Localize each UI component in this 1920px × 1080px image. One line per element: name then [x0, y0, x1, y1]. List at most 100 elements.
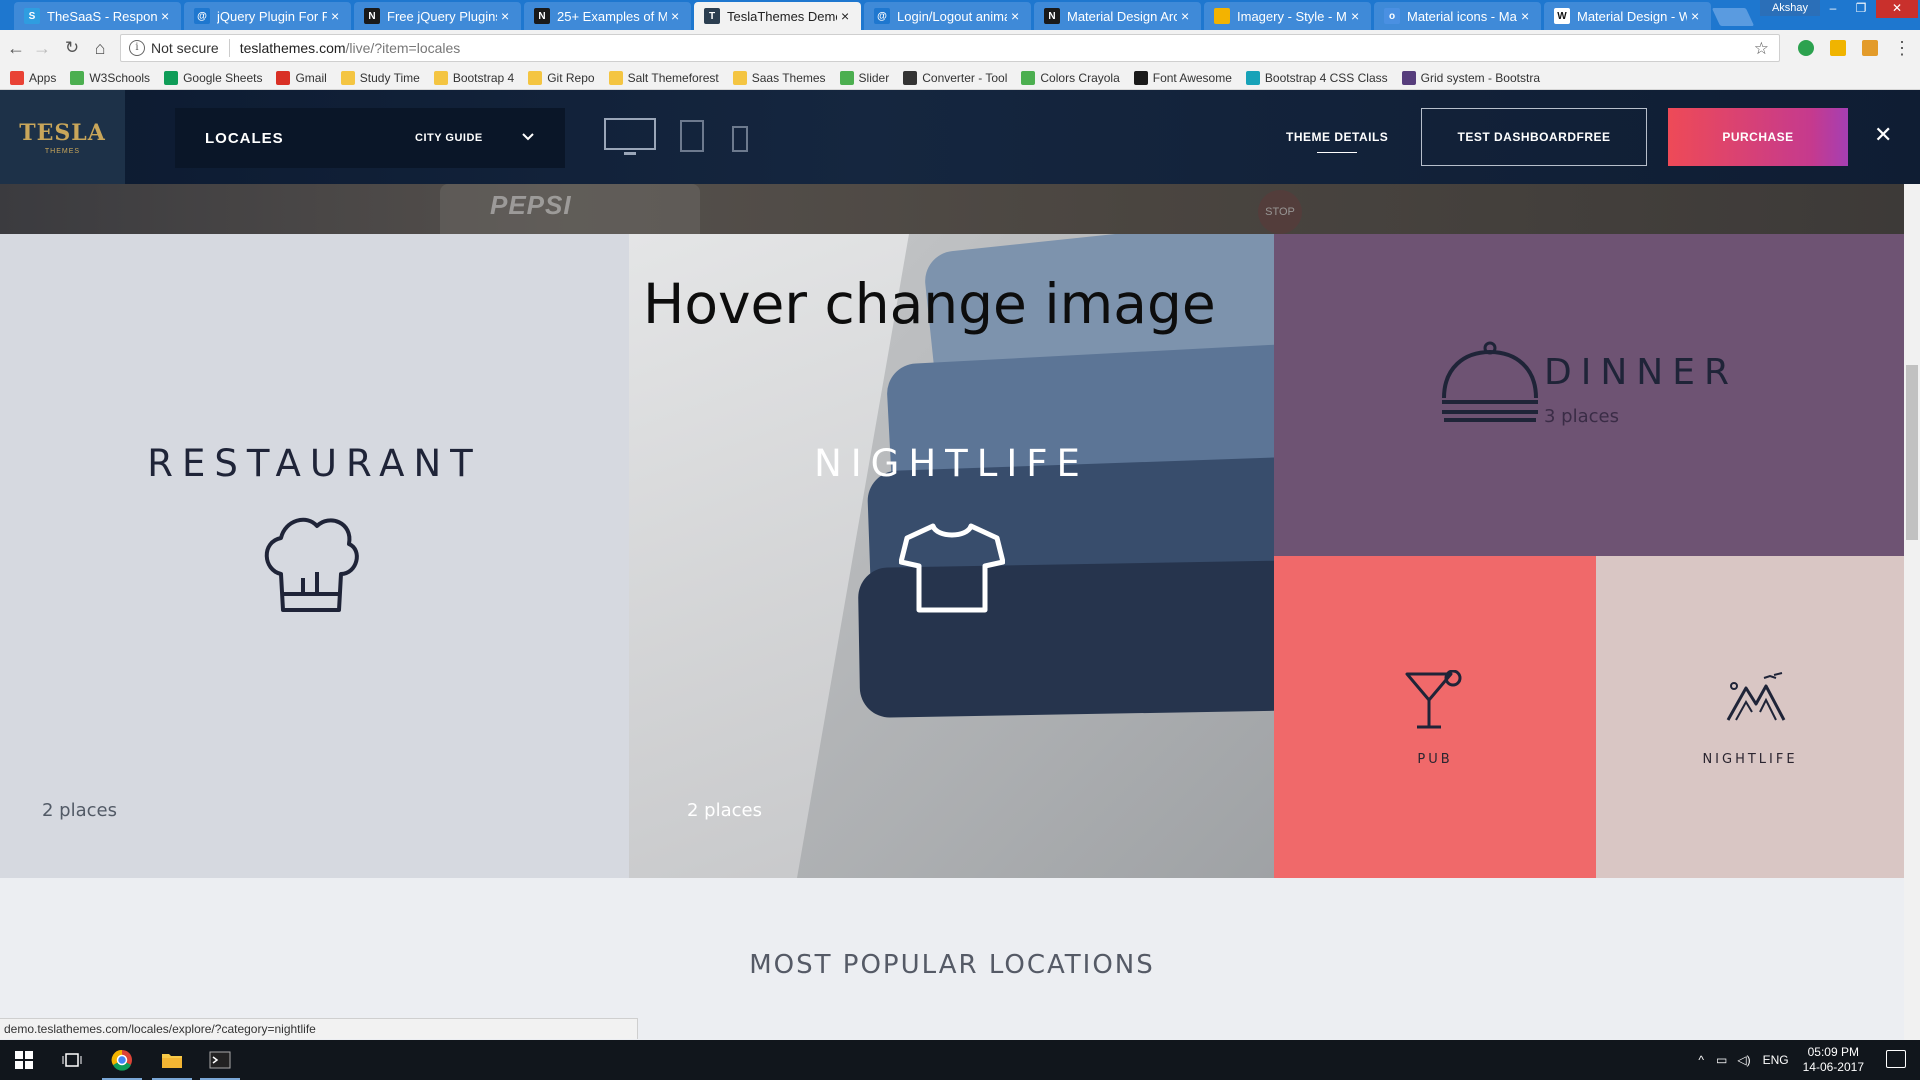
tab-title: Material icons - Mat: [1407, 8, 1517, 24]
bookmark-item[interactable]: Slider: [839, 70, 889, 85]
bookmark-label: Apps: [29, 70, 57, 85]
taskbar-chrome[interactable]: [98, 1040, 146, 1080]
tab-close-icon[interactable]: ×: [161, 9, 173, 23]
new-tab-button[interactable]: [1711, 8, 1755, 26]
category-tile-restaurant[interactable]: RESTAURANT 2 places: [0, 234, 629, 878]
tab-title: 25+ Examples of Ma: [557, 8, 667, 24]
bookmark-item[interactable]: Apps: [10, 70, 57, 85]
bookmark-icon: [732, 70, 747, 85]
bookmark-item[interactable]: Font Awesome: [1133, 70, 1232, 85]
task-view-button[interactable]: [48, 1040, 96, 1080]
bookmark-item[interactable]: Salt Themeforest: [608, 70, 719, 85]
bookmark-item[interactable]: Converter - Tool: [903, 70, 1007, 85]
browser-tab[interactable]: S TheSaaS - Responsive ×: [14, 2, 181, 30]
extension-star-icon[interactable]: [1830, 40, 1846, 56]
clock[interactable]: 05:09 PM 14-06-2017: [1803, 1045, 1864, 1075]
link-status-bar: demo.teslathemes.com/locales/explore/?ca…: [0, 1018, 638, 1039]
restore-button[interactable]: ❐: [1848, 0, 1874, 18]
category-tile-pub[interactable]: PUB: [1274, 556, 1596, 878]
menu-icon[interactable]: ⋮: [1892, 38, 1912, 58]
bookmark-item[interactable]: W3Schools: [70, 70, 150, 85]
chevron-down-icon[interactable]: [521, 130, 535, 144]
volume-icon[interactable]: ◁): [1737, 1053, 1750, 1067]
test-dashboard-button[interactable]: TEST DASHBOARDFREE: [1421, 108, 1647, 166]
tesla-logo[interactable]: TESLA THEMES: [0, 90, 125, 184]
purchase-button[interactable]: PURCHASE: [1668, 108, 1848, 166]
tab-close-icon[interactable]: ×: [1521, 9, 1533, 23]
address-bar[interactable]: i Not secure teslathemes.com/live/?item=…: [120, 34, 1780, 62]
tab-close-icon[interactable]: ×: [501, 9, 513, 23]
bookmark-item[interactable]: Study Time: [340, 70, 420, 85]
theme-details-link[interactable]: THEME DETAILS: [1286, 130, 1388, 153]
page-scrollbar[interactable]: [1904, 184, 1920, 1040]
info-icon[interactable]: i: [129, 40, 145, 56]
bookmark-item[interactable]: Bootstrap 4: [433, 70, 514, 85]
security-label: Not secure: [151, 40, 219, 56]
browser-tab[interactable]: N Free jQuery Plugins | ×: [354, 2, 521, 30]
tshirt-icon: [899, 523, 1005, 613]
browser-tab[interactable]: o Material icons - Mat ×: [1374, 2, 1541, 30]
browser-tab[interactable]: N Material Design Arc ×: [1034, 2, 1201, 30]
browser-tab[interactable]: W Material Design - W ×: [1544, 2, 1711, 30]
bookmark-item[interactable]: Colors Crayola: [1021, 70, 1120, 85]
start-button[interactable]: [0, 1040, 48, 1080]
taskbar-terminal[interactable]: [196, 1040, 244, 1080]
chrome-icon: [111, 1049, 132, 1071]
tablet-view-icon[interactable]: [680, 120, 704, 152]
tab-close-icon[interactable]: ×: [671, 9, 683, 23]
taskbar-file-explorer[interactable]: [148, 1040, 196, 1080]
reload-icon[interactable]: ↻: [62, 38, 82, 58]
extension-green-icon[interactable]: [1798, 40, 1814, 56]
scrollbar-thumb[interactable]: [1906, 365, 1918, 540]
bookmark-item[interactable]: Saas Themes: [732, 70, 826, 85]
browser-tab-strip: S TheSaaS - Responsive × @ jQuery Plugin For…: [0, 0, 1920, 30]
category-tile-nightlife-small[interactable]: NIGHTLIFE: [1596, 556, 1904, 878]
hero-banner-image: PEPSI STOP: [0, 184, 1904, 234]
theme-selector[interactable]: LOCALES CITY GUIDE: [175, 108, 565, 168]
window-close-button[interactable]: ✕: [1876, 0, 1918, 18]
close-icon[interactable]: ✕: [1874, 124, 1892, 146]
bookmark-star-icon[interactable]: ☆: [1754, 39, 1769, 59]
home-icon[interactable]: ⌂: [90, 38, 110, 58]
tab-title: jQuery Plugin For Fu: [217, 8, 327, 24]
tab-close-icon[interactable]: ×: [1181, 9, 1193, 23]
bookmark-label: Salt Themeforest: [627, 70, 719, 85]
tab-favicon-icon: o: [1384, 8, 1400, 24]
browser-tab[interactable]: T TeslaThemes Demo ×: [694, 2, 861, 30]
browser-tab[interactable]: @ jQuery Plugin For Fu ×: [184, 2, 351, 30]
tab-title: Login/Logout anima: [897, 8, 1007, 24]
notifications-icon[interactable]: [1886, 1050, 1906, 1068]
minimize-button[interactable]: –: [1820, 0, 1846, 18]
tab-title: Material Design Arc: [1067, 8, 1177, 24]
bookmark-item[interactable]: Grid system - Bootstra: [1401, 70, 1540, 85]
back-icon[interactable]: ←: [6, 38, 26, 58]
browser-tab[interactable]: N 25+ Examples of Ma ×: [524, 2, 691, 30]
tab-close-icon[interactable]: ×: [1011, 9, 1023, 23]
category-tile-dinner[interactable]: DINNER 3 places: [1274, 234, 1904, 556]
tile-title: PUB: [1417, 752, 1453, 767]
mobile-view-icon[interactable]: [732, 126, 748, 152]
tab-close-icon[interactable]: ×: [1351, 9, 1363, 23]
bookmark-item[interactable]: Bootstrap 4 CSS Class: [1245, 70, 1388, 85]
bookmark-icon: [903, 70, 918, 85]
browser-tab[interactable]: @ Login/Logout anima ×: [864, 2, 1031, 30]
desktop-view-icon[interactable]: [604, 118, 656, 155]
tile-title: DINNER: [1544, 352, 1738, 393]
tab-close-icon[interactable]: ×: [841, 9, 853, 23]
extension-hammer-icon[interactable]: [1862, 40, 1878, 56]
profile-name[interactable]: Akshay: [1760, 0, 1820, 16]
chevron-up-icon[interactable]: ^: [1698, 1053, 1704, 1067]
bookmark-item[interactable]: Git Repo: [528, 70, 595, 85]
language-indicator[interactable]: ENG: [1763, 1053, 1789, 1067]
logo-text: TESLA: [19, 119, 106, 146]
tab-close-icon[interactable]: ×: [1691, 9, 1703, 23]
forward-icon[interactable]: →: [32, 38, 52, 58]
tile-title: RESTAURANT: [147, 442, 482, 485]
bookmark-item[interactable]: Google Sheets: [164, 70, 262, 85]
tab-close-icon[interactable]: ×: [331, 9, 343, 23]
browser-tab[interactable]: Imagery - Style - Ma ×: [1204, 2, 1371, 30]
bookmark-label: Bootstrap 4 CSS Class: [1264, 70, 1388, 85]
bookmark-item[interactable]: Gmail: [276, 70, 327, 85]
network-icon[interactable]: ▭: [1716, 1053, 1727, 1067]
windows-logo-icon: [15, 1051, 33, 1069]
